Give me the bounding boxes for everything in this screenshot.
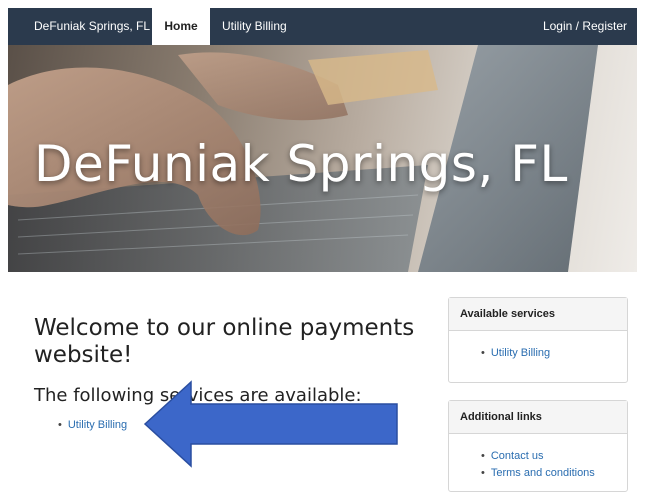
list-item[interactable]: • Utility Billing	[481, 345, 627, 362]
bullet-icon: •	[58, 419, 62, 431]
login-register-link[interactable]: Login / Register	[543, 8, 627, 45]
nav-utility-billing-tab[interactable]: Utility Billing	[222, 8, 287, 45]
available-services-list: • Utility Billing	[449, 331, 627, 362]
available-services-panel: Available services • Utility Billing	[448, 297, 628, 383]
nav-home-tab[interactable]: Home	[152, 8, 210, 45]
list-item[interactable]: • Terms and conditions	[481, 465, 627, 482]
services-list: • Utility Billing	[58, 417, 127, 434]
top-navbar: DeFuniak Springs, FL Home Utility Billin…	[8, 8, 637, 45]
panel-title: Additional links	[449, 401, 627, 434]
sidebar-link-utility-billing[interactable]: Utility Billing	[491, 347, 550, 359]
service-link-utility-billing[interactable]: Utility Billing	[68, 419, 127, 431]
additional-links-panel: Additional links • Contact us • Terms and …	[448, 400, 628, 492]
additional-links-list: • Contact us • Terms and conditions	[449, 434, 627, 482]
brand-link[interactable]: DeFuniak Springs, FL	[34, 8, 150, 45]
bullet-icon: •	[481, 347, 485, 359]
bullet-icon: •	[481, 450, 485, 462]
list-item[interactable]: • Contact us	[481, 448, 627, 465]
list-item[interactable]: • Utility Billing	[58, 417, 127, 434]
welcome-heading: Welcome to our online payments website!	[34, 315, 415, 368]
hero-banner: DeFuniak Springs, FL	[8, 45, 637, 272]
bullet-icon: •	[481, 467, 485, 479]
panel-title: Available services	[449, 298, 627, 331]
contact-us-link[interactable]: Contact us	[491, 450, 544, 462]
hero-title: DeFuniak Springs, FL	[34, 135, 568, 193]
terms-link[interactable]: Terms and conditions	[491, 467, 595, 479]
services-heading: The following services are available:	[34, 385, 362, 406]
